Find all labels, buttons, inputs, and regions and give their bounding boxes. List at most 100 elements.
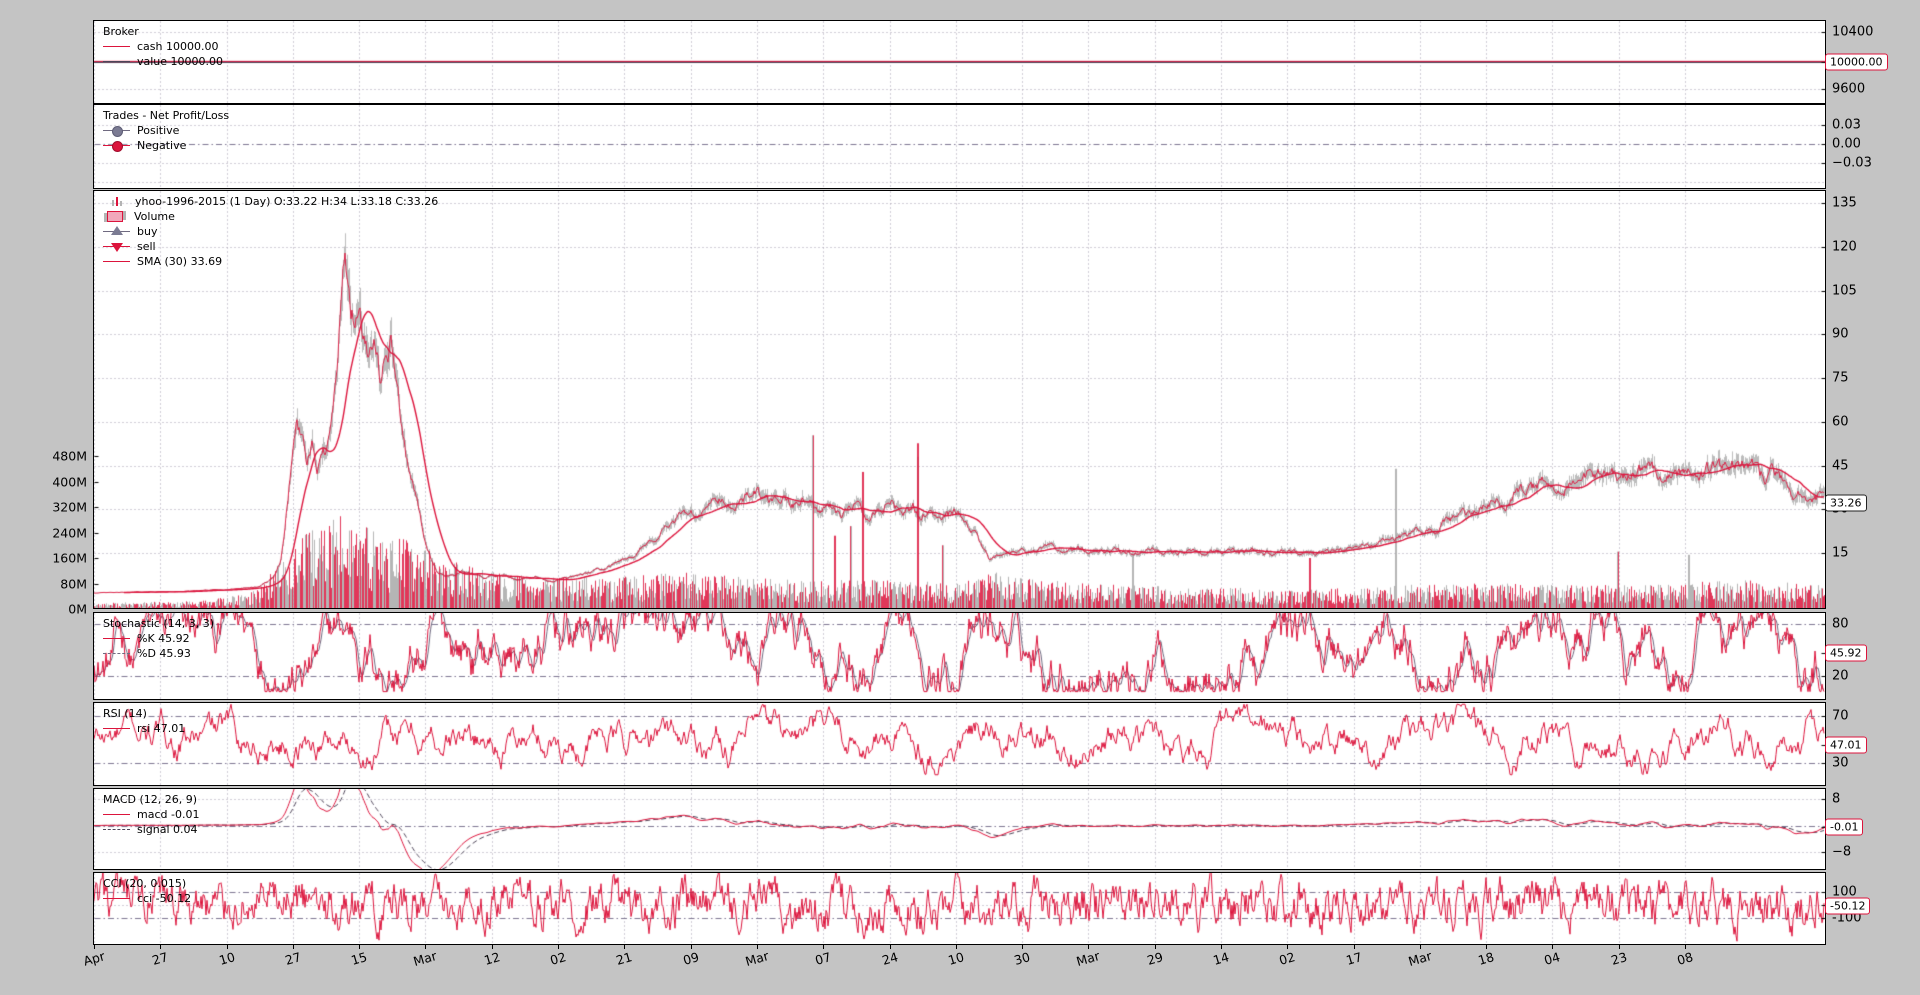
broker-legend: Broker cash 10000.00 value 10000.00	[103, 24, 223, 69]
volume-swatch-icon	[107, 211, 123, 222]
macd-plot-canvas	[94, 789, 1825, 869]
x-axis-tick-label: 30	[1012, 949, 1031, 968]
volume-axis-tick-label: 160M	[0, 551, 87, 566]
legend-item-negative: Negative	[103, 138, 229, 153]
rsi-panel: RSI (14) rsi 47.01	[93, 702, 1826, 786]
y-axis-tick-label: 70	[1832, 709, 1849, 724]
legend-label: cash 10000.00	[137, 40, 218, 53]
x-axis-tick-mark	[1619, 945, 1620, 949]
x-axis-tick-mark	[1155, 945, 1156, 949]
price-close-tag: 33.26	[1825, 495, 1867, 512]
x-axis-tick-mark	[293, 945, 294, 949]
y-axis-tick-label: 80	[1832, 617, 1849, 632]
stochastic-legend-title: Stochastic (14, 3, 3)	[103, 616, 214, 631]
x-axis-tick-mark	[359, 945, 360, 949]
y-axis-tick-label: 9600	[1832, 82, 1865, 97]
trades-panel: Trades - Net Profit/Loss Positive Negati…	[93, 104, 1826, 189]
volume-axis-tick-label: 80M	[0, 577, 87, 592]
x-axis-tick-label: Apr	[82, 948, 107, 968]
legend-item-cci: cci -50.12	[103, 891, 191, 906]
y-axis-tick-label: 135	[1832, 196, 1857, 211]
x-axis-tick-label: Mar	[743, 948, 770, 969]
legend-item-buy: buy	[103, 224, 438, 239]
y-axis-tick-label: 75	[1832, 371, 1849, 386]
y-axis-tick-label: 60	[1832, 415, 1849, 430]
volume-axis-tick-label: 0M	[0, 602, 87, 617]
x-axis-tick-label: 27	[151, 949, 170, 968]
x-axis-tick-label: 29	[1145, 949, 1164, 968]
sma-line-swatch	[103, 261, 130, 262]
y-axis-tick-label: −0.03	[1832, 156, 1872, 171]
legend-item-percent-d: %D 45.93	[103, 646, 214, 661]
legend-label: cci -50.12	[137, 892, 191, 905]
x-axis-tick-mark	[227, 945, 228, 949]
legend-label: signal 0.04	[137, 823, 198, 836]
x-axis-tick-label: 21	[615, 949, 634, 968]
y-axis-tick-label: 90	[1832, 327, 1849, 342]
x-axis-tick-label: 24	[880, 949, 899, 968]
x-axis-tick-mark	[1420, 945, 1421, 949]
legend-item-sell: sell	[103, 239, 438, 254]
legend-item-percent-k: %K 45.92	[103, 631, 214, 646]
x-axis-tick-mark	[425, 945, 426, 949]
x-axis-tick-mark	[823, 945, 824, 949]
legend-label: macd -0.01	[137, 808, 199, 821]
trades-legend-title: Trades - Net Profit/Loss	[103, 108, 229, 123]
stochastic-plot-canvas	[94, 613, 1825, 699]
x-axis-tick-mark	[1354, 945, 1355, 949]
x-axis-tick-mark	[1022, 945, 1023, 949]
legend-label: Positive	[137, 124, 179, 137]
x-axis-tick-mark	[492, 945, 493, 949]
macd-value-tag: -0.01	[1825, 819, 1863, 836]
legend-label: value 10000.00	[137, 55, 223, 68]
legend-label: buy	[137, 225, 157, 238]
x-axis-tick-label: 12	[482, 949, 501, 968]
x-axis-tick-mark	[624, 945, 625, 949]
rsi-legend-title: RSI (14)	[103, 706, 185, 721]
legend-label: Volume	[134, 210, 175, 223]
cci-plot-canvas	[94, 873, 1825, 944]
volume-axis-tick-label: 320M	[0, 500, 87, 515]
broker-plot-canvas	[94, 21, 1825, 103]
legend-label: %D 45.93	[137, 647, 191, 660]
rsi-line-swatch	[103, 728, 130, 729]
legend-item-signal: signal 0.04	[103, 822, 199, 837]
volume-axis-tick-label: 240M	[0, 526, 87, 541]
x-axis-tick-label: 15	[349, 949, 368, 968]
legend-label: Negative	[137, 139, 186, 152]
x-axis-tick-label: 02	[548, 949, 567, 968]
x-axis-tick-label: 09	[681, 949, 700, 968]
signal-line-swatch	[103, 829, 130, 830]
cci-legend: CCI (20, 0.015) cci -50.12	[103, 876, 191, 906]
x-axis-tick-mark	[558, 945, 559, 949]
x-axis-tick-label: Mar	[1406, 948, 1433, 969]
legend-label: rsi 47.01	[137, 722, 185, 735]
value-line-swatch	[103, 61, 130, 62]
legend-item-rsi: rsi 47.01	[103, 721, 185, 736]
x-axis-tick-label: 10	[217, 949, 236, 968]
macd-legend: MACD (12, 26, 9) macd -0.01 signal 0.04	[103, 792, 199, 837]
x-axis-tick-mark	[94, 945, 95, 949]
x-axis-tick-label: 04	[1543, 949, 1562, 968]
percent-d-line-swatch	[103, 653, 130, 654]
positive-marker-icon	[103, 130, 130, 131]
macd-line-swatch	[103, 814, 130, 815]
cci-line-swatch	[103, 898, 130, 899]
price-title-text: yhoo-1996-2015 (1 Day) O:33.22 H:34 L:33…	[135, 195, 438, 208]
x-axis-tick-mark	[160, 945, 161, 949]
stochastic-panel: Stochastic (14, 3, 3) %K 45.92 %D 45.93	[93, 612, 1826, 700]
cci-value-tag: -50.12	[1825, 898, 1870, 915]
legend-item-macd: macd -0.01	[103, 807, 199, 822]
percent-k-line-swatch	[103, 638, 130, 639]
rsi-value-tag: 47.01	[1825, 737, 1867, 754]
sell-triangle-icon	[103, 246, 130, 247]
volume-axis-tick-label: 480M	[0, 449, 87, 464]
x-axis-tick-mark	[956, 945, 957, 949]
x-axis-tick-label: 18	[1476, 949, 1495, 968]
cci-panel: CCI (20, 0.015) cci -50.12	[93, 872, 1826, 945]
y-axis-tick-label: 105	[1832, 284, 1857, 299]
rsi-plot-canvas	[94, 703, 1825, 785]
y-axis-tick-label: 45	[1832, 459, 1849, 474]
y-axis-tick-label: 20	[1832, 669, 1849, 684]
y-axis-tick-label: 0.00	[1832, 137, 1861, 152]
